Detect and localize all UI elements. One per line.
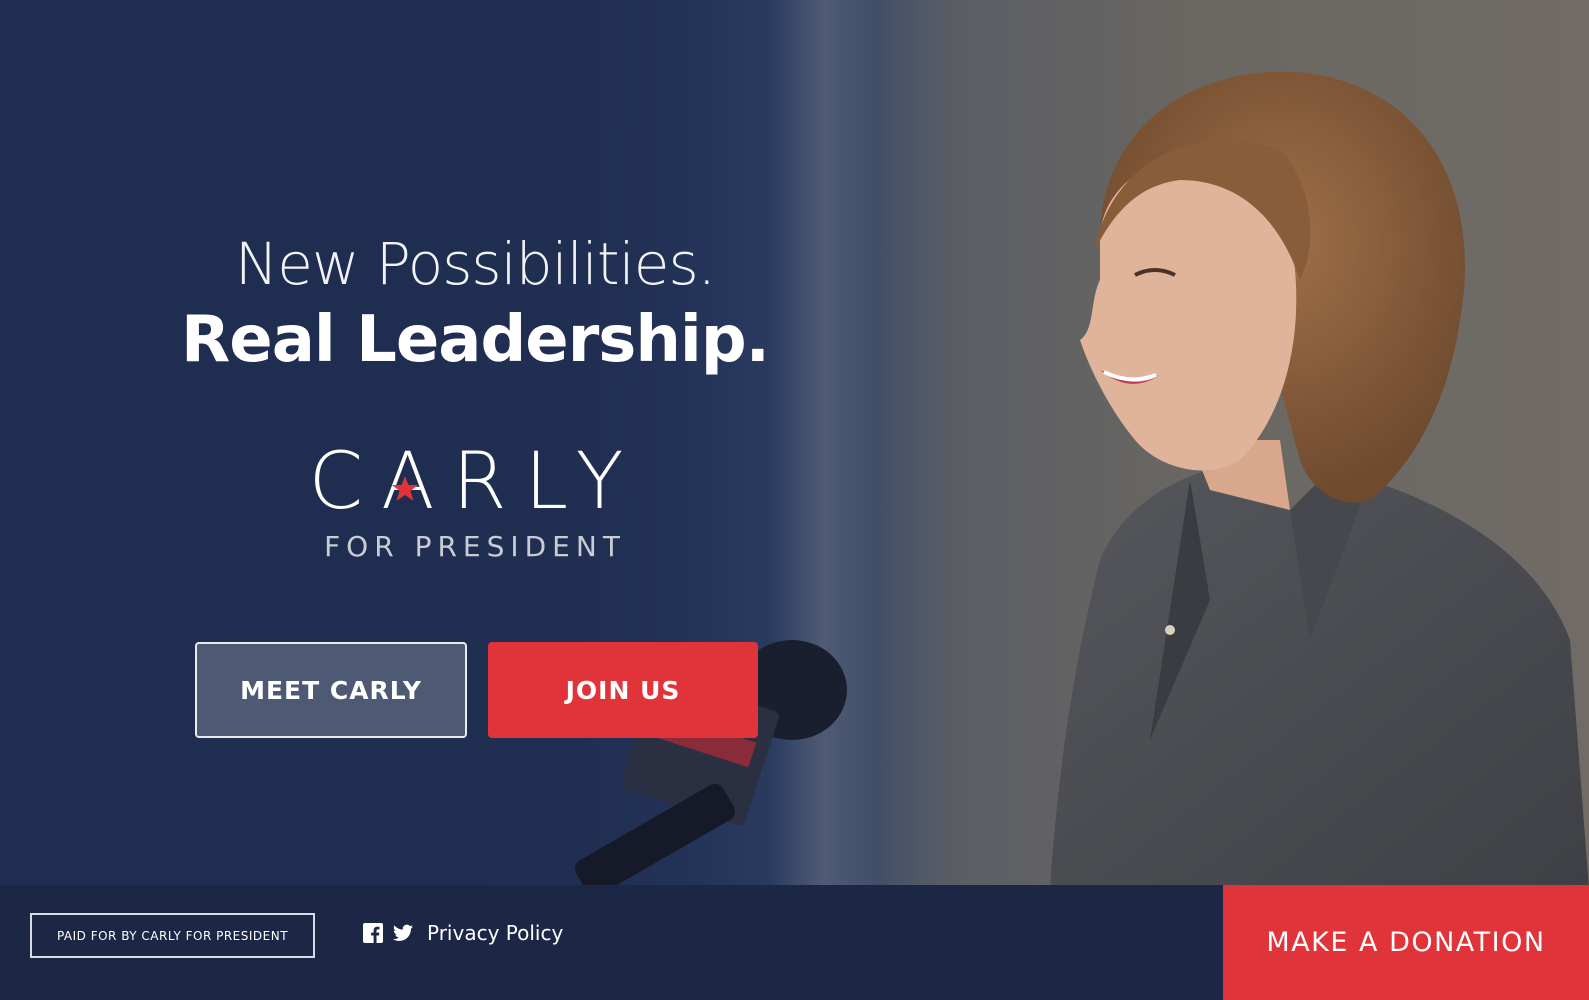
facebook-icon[interactable] bbox=[363, 923, 383, 943]
headline-line-1: New Possibilities. bbox=[234, 230, 716, 298]
logo-tagline: FOR PRESIDENT bbox=[324, 530, 626, 563]
meet-carly-button[interactable]: MEET CARLY bbox=[195, 642, 467, 738]
landing-page: New Possibilities. Real Leadership. CARL… bbox=[0, 0, 1589, 1000]
hero-headline: New Possibilities. Real Leadership. bbox=[130, 228, 820, 380]
headline-line-2: Real Leadership. bbox=[181, 303, 770, 377]
candidate-photo bbox=[1050, 71, 1589, 889]
paid-for-disclaimer: PAID FOR BY CARLY FOR PRESIDENT bbox=[30, 913, 315, 958]
privacy-policy-link[interactable]: Privacy Policy bbox=[427, 921, 563, 945]
logo-wordmark: CARLY bbox=[308, 437, 642, 527]
make-donation-button[interactable]: MAKE A DONATION bbox=[1223, 885, 1589, 1000]
star-icon bbox=[392, 476, 418, 501]
hero-section bbox=[0, 0, 1589, 889]
twitter-icon[interactable] bbox=[393, 923, 413, 943]
join-us-button[interactable]: JOIN US bbox=[488, 642, 758, 738]
footer-bar: PAID FOR BY CARLY FOR PRESIDENT Privacy … bbox=[0, 885, 1589, 1000]
campaign-logo[interactable]: CARLY FOR PRESIDENT bbox=[270, 440, 680, 563]
social-links: Privacy Policy bbox=[363, 921, 563, 945]
